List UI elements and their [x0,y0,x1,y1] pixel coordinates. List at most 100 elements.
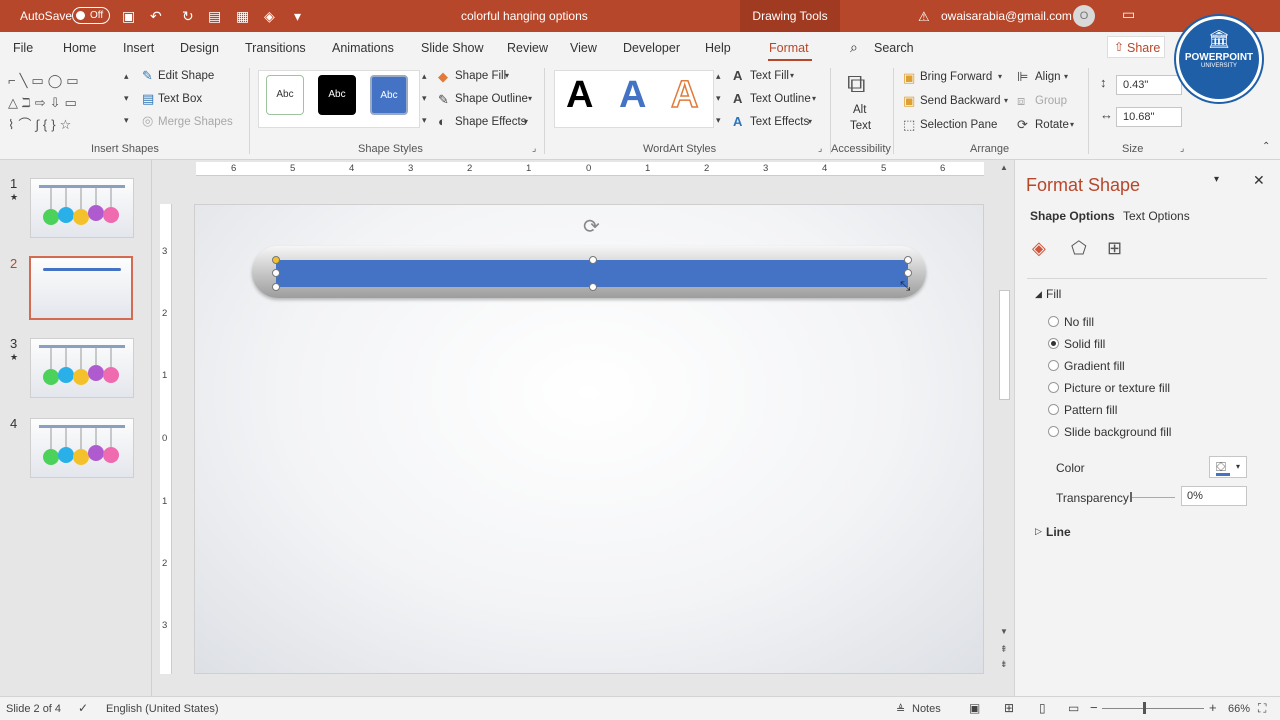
zoom-out-icon[interactable]: − [1090,700,1098,715]
tab-animations[interactable]: Animations [332,41,394,55]
redo-icon[interactable]: ↻ [182,8,194,25]
tab-text-options[interactable]: Text Options [1123,209,1190,223]
radio-background-fill[interactable] [1048,426,1059,437]
customize-qat-icon[interactable]: ▾ [294,8,301,25]
radio-pattern-fill[interactable] [1048,404,1059,415]
merge-shapes-button[interactable]: Merge Shapes [158,116,233,128]
resize-handle-top[interactable] [589,256,597,264]
styles-scroll-down-icon[interactable]: ▾ [422,94,427,103]
shapes-icon[interactable]: ◈ [264,8,275,25]
tab-insert[interactable]: Insert [123,41,154,55]
fill-section-header[interactable]: Fill [1046,287,1061,301]
language-indicator[interactable]: English (United States) [106,703,219,715]
notes-button[interactable]: Notes [912,703,941,715]
shape-outline-dropdown-icon[interactable]: ▾ [528,95,532,103]
size-launcher-icon[interactable]: ⌟ [1180,144,1184,153]
fill-expand-icon[interactable]: ◢ [1035,289,1042,300]
text-box-button[interactable]: Text Box [158,93,202,105]
fill-line-icon[interactable]: ◈ [1032,238,1046,259]
style-swatch-black[interactable]: Abc [318,75,356,115]
zoom-level[interactable]: 66% [1228,703,1250,715]
shape-effects-dropdown-icon[interactable]: ▾ [524,118,528,126]
effects-icon[interactable]: ⬠ [1071,238,1087,259]
alt-text-line2[interactable]: Text [850,120,871,132]
slide-thumbnail-2[interactable] [29,256,133,320]
wordart-more-icon[interactable]: ▾ [716,116,721,125]
shape-styles-launcher-icon[interactable]: ⌟ [532,144,536,153]
radio-picture-fill[interactable] [1048,382,1059,393]
tab-view[interactable]: View [570,41,597,55]
save-icon[interactable]: ▣ [122,8,135,25]
group-button[interactable]: Group [1035,95,1067,107]
shapes-scroll-down-icon[interactable]: ▾ [124,94,129,103]
tab-format[interactable]: Format [769,41,809,55]
rotate-dropdown-icon[interactable]: ▾ [1070,121,1074,129]
slide-thumbnail-1[interactable] [30,178,134,238]
send-backward-dropdown-icon[interactable]: ▾ [1004,97,1008,105]
styles-scroll-up-icon[interactable]: ▴ [422,72,427,81]
tab-transitions[interactable]: Transitions [245,41,306,55]
collapse-ribbon-icon[interactable]: ⌃ [1262,142,1270,152]
background-fill-label[interactable]: Slide background fill [1064,425,1171,439]
solid-fill-label[interactable]: Solid fill [1064,337,1105,351]
wordart-black[interactable]: A [566,76,593,114]
shape-fill-button[interactable]: Shape Fill [455,70,506,82]
user-email[interactable]: owaisarabia@gmail.com [941,9,1072,23]
tab-developer[interactable]: Developer [623,41,680,55]
fit-slide-icon[interactable]: ⛶ [1258,701,1266,716]
edit-shape-button[interactable]: Edit Shape [158,70,214,82]
send-backward-button[interactable]: Send Backward [920,95,1001,107]
shapes-gallery[interactable]: ⌐╲▭◯▭ △ℶ⇨⇩▭ ⌇⌒∫{}☆ [8,70,120,132]
search-icon[interactable]: ⌕ [850,39,858,56]
text-outline-dropdown-icon[interactable]: ▾ [812,95,816,103]
autosave-toggle[interactable]: Off [72,7,110,24]
zoom-slider-track[interactable] [1102,708,1204,709]
text-effects-button[interactable]: Text Effects [750,116,809,128]
shapes-more-icon[interactable]: ▾ [124,116,129,125]
styles-more-icon[interactable]: ▾ [422,116,427,125]
transparency-input[interactable]: 0% [1181,486,1247,506]
next-slide-icon[interactable]: ⇟ [1000,659,1008,670]
share-button[interactable]: ⇧ Share [1107,36,1165,58]
wordart-blue[interactable]: A [619,76,646,114]
align-button[interactable]: Align [1035,71,1061,83]
slide-thumbnail-3[interactable] [30,338,134,398]
radio-no-fill[interactable] [1048,316,1059,327]
text-effects-dropdown-icon[interactable]: ▾ [808,118,812,126]
shapes-scroll-up-icon[interactable]: ▴ [124,72,129,81]
bring-forward-button[interactable]: Bring Forward [920,71,992,83]
resize-handle-bottom[interactable] [589,283,597,291]
gallery-icon[interactable]: ▦ [236,8,249,25]
previous-slide-icon[interactable]: ⇞ [1000,644,1008,655]
adjust-handle[interactable] [272,256,280,264]
selection-pane-button[interactable]: Selection Pane [920,119,997,131]
shape-width-input[interactable]: 10.68" [1116,107,1182,127]
line-section-header[interactable]: Line [1046,525,1071,539]
bring-forward-dropdown-icon[interactable]: ▾ [998,73,1002,81]
reading-view-icon[interactable]: ▯ [1039,701,1046,715]
present-icon[interactable]: ▤ [208,8,221,25]
resize-handle-right[interactable] [904,269,912,277]
size-properties-icon[interactable]: ⊞ [1107,238,1122,259]
slideshow-icon[interactable]: ▭ [1068,701,1079,715]
rotate-handle-icon[interactable]: ⟳ [583,214,600,239]
transparency-slider-track[interactable] [1131,497,1175,498]
resize-handle-top-right[interactable] [904,256,912,264]
text-fill-dropdown-icon[interactable]: ▾ [790,72,794,80]
wordart-scroll-up-icon[interactable]: ▴ [716,72,721,81]
wordart-scroll-down-icon[interactable]: ▾ [716,94,721,103]
tab-file[interactable]: File [13,41,33,55]
spelling-icon[interactable]: ✓ [78,701,88,715]
rotate-button[interactable]: Rotate [1035,119,1069,131]
line-expand-icon[interactable]: ▷ [1035,526,1042,537]
shape-height-input[interactable]: 0.43" [1116,75,1182,95]
pane-options-icon[interactable]: ▾ [1214,174,1219,185]
shape-effects-button[interactable]: Shape Effects [455,116,526,128]
radio-solid-fill[interactable] [1048,338,1059,349]
tab-shape-options[interactable]: Shape Options [1030,209,1115,223]
style-swatch-white[interactable]: Abc [266,75,304,115]
no-fill-label[interactable]: No fill [1064,315,1094,329]
search-label[interactable]: Search [874,41,914,55]
tab-help[interactable]: Help [705,41,731,55]
wordart-launcher-icon[interactable]: ⌟ [818,144,822,153]
